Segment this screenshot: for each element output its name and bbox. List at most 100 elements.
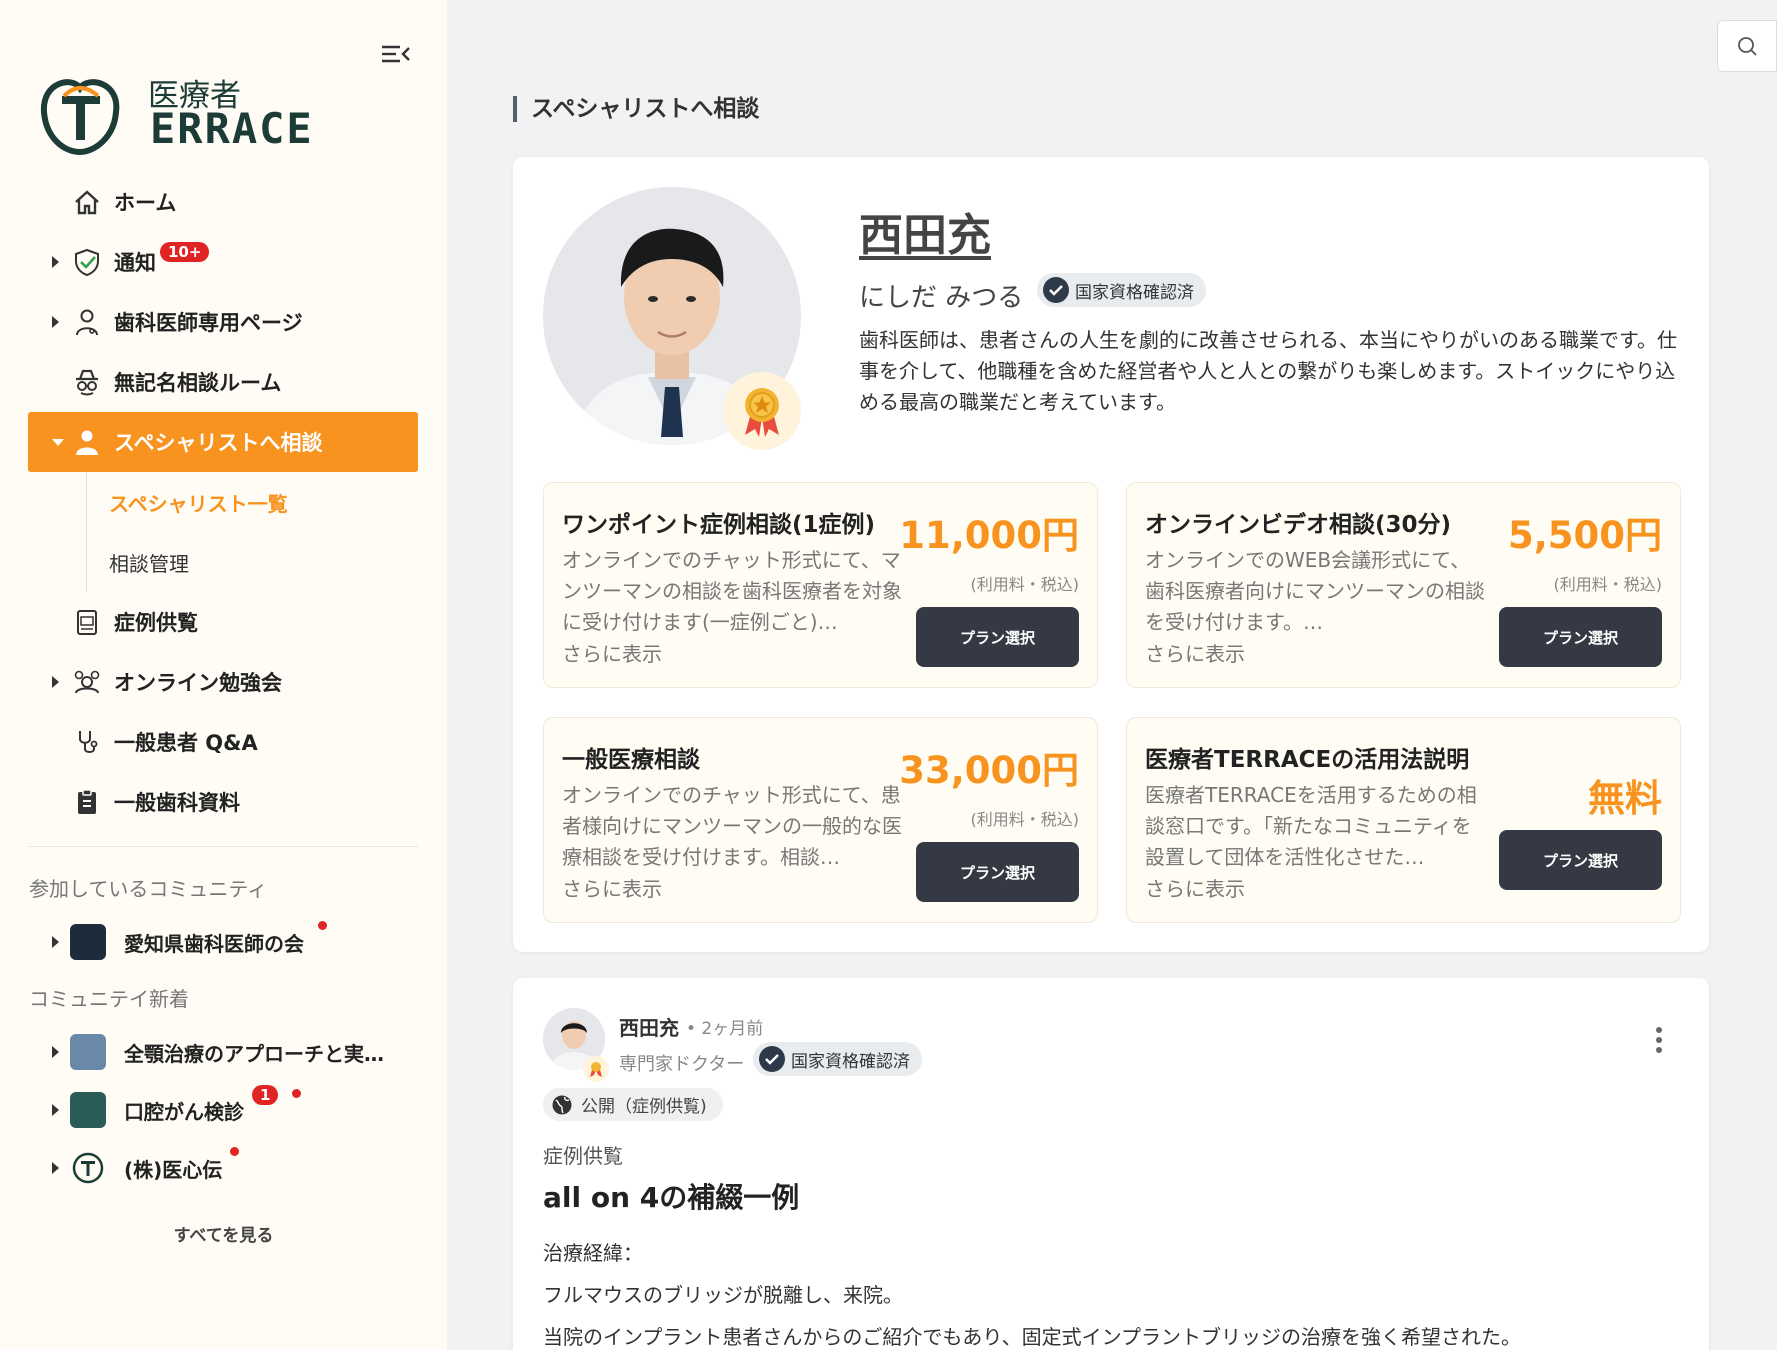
clipboard-icon [78,789,96,814]
community-item[interactable]: 口腔がん検診 1 [0,1081,447,1139]
nav-item-online-study[interactable]: オンライン勉強会 [0,652,447,712]
sidebar: 医療者 ERRACE ホーム 通知 10+ 歯科医師専用ページ 無記名相談ルーム… [0,0,447,1350]
nav-item-dental-materials[interactable]: 一般歯科資料 [0,772,447,832]
plan-description: オンラインでのチャット形式にて、マンツーマンの相談を歯科医療者を対象に受け付けま… [562,548,902,634]
incognito-icon [76,369,98,396]
expand-caret-icon[interactable] [52,1104,59,1116]
plan-card: オンラインビデオ相談(30分) オンラインでのWEB会議形式にて、歯科医療者向け… [1126,482,1681,688]
collapse-caret-icon[interactable] [52,438,64,446]
nav-item-case-viewing[interactable]: 症例供覧 [0,592,447,652]
post-body-line: フルマウスのブリッジが脱離し、来院。 [543,1283,903,1307]
nav-label: 歯科医師専用ページ [114,311,303,335]
community-thumbnail [70,1092,106,1128]
show-more-link[interactable]: さらに表示 [1145,873,1245,902]
community-label: 口腔がん検診 [124,1099,244,1124]
post-timestamp: • 2ヶ月前 [686,1019,764,1039]
community-item[interactable]: 全顎治療のアプローチと実… [0,1023,447,1081]
community-thumbnail [70,1034,106,1070]
visibility-badge: 公開（症例供覧) [543,1088,723,1121]
logo-bottom-text: ERRACE [150,104,314,153]
show-more-link[interactable]: さらに表示 [562,873,662,902]
verified-badge: 国家資格確認済 [1037,273,1206,307]
specialist-card: 西田充 にしだ みつる 国家資格確認済 歯科医師は、患者さんの人生を劇的に改善さ… [513,157,1709,952]
community-item[interactable]: (株)医心伝 [0,1139,447,1197]
plan-tax-note: (利用料・税込) [970,575,1080,594]
plan-description: オンラインでのチャット形式にて、患者様向けにマンツーマンの一般的な医療相談を受け… [562,783,902,869]
post-body-line: 当院のインプラント患者さんからのご紹介でもあり、固定式インプラントブリッジの治療… [543,1325,1521,1349]
plan-title: 医療者TERRACEの活用法説明 [1145,747,1470,773]
community-item[interactable]: 愛知県歯科医師の会 [0,913,447,971]
nav-label: 一般患者 Q&A [114,731,258,755]
community-label: 全顎治療のアプローチと実… [124,1041,384,1066]
online-study-icon [74,670,100,694]
expand-caret-icon[interactable] [52,1162,59,1174]
plan-card: 一般医療相談 オンラインでのチャット形式にて、患者様向けにマンツーマンの一般的な… [543,717,1098,923]
sub-item-consultation-management[interactable]: 相談管理 [87,532,447,592]
home-icon [75,190,99,215]
joined-communities-title: 参加しているコミュニティ [29,876,268,901]
community-label: (株)医心伝 [124,1157,223,1182]
checkmark-icon [759,1046,785,1072]
community-thumbnail [70,924,106,960]
plan-description: 医療者TERRACEを活用するための相談窓口です。「新たなコミュニティを設置して… [1145,783,1477,869]
shield-check-icon [75,248,99,277]
select-plan-button[interactable]: プラン選択 [916,842,1079,902]
doctor-name-kana: にしだ みつる [859,283,1024,313]
globe-icon [552,1095,572,1114]
unread-dot [318,921,327,930]
page-title: スペシャリストへ相談 [513,96,759,122]
sub-item-specialist-list[interactable]: スペシャリスト一覧 [87,472,447,532]
sidebar-divider [29,846,418,847]
doctor-name-link[interactable]: 西田充 [859,199,991,263]
nav-item-specialist[interactable]: スペシャリストへ相談 [28,412,418,472]
nav-label: スペシャリストへ相談 [114,431,323,455]
expand-caret-icon[interactable] [52,1046,59,1058]
nav-item-home[interactable]: ホーム [0,172,447,232]
nav-item-dentist-page[interactable]: 歯科医師専用ページ [0,292,447,352]
plan-card: ワンポイント症例相談(1症例) オンラインでのチャット形式にて、マンツーマンの相… [543,482,1098,688]
post-body-heading: 治療経緯： [543,1241,643,1265]
select-plan-button[interactable]: プラン選択 [916,607,1079,667]
unread-dot [230,1147,239,1156]
nav-item-patient-qa[interactable]: 一般患者 Q&A [0,712,447,772]
plan-title: オンラインビデオ相談(30分) [1145,512,1452,538]
nav-item-notifications[interactable]: 通知 10+ [0,232,447,292]
select-plan-button[interactable]: プラン選択 [1499,830,1662,890]
nav-label: 通知 [114,251,156,275]
logo[interactable]: 医療者 ERRACE [34,72,374,158]
expand-caret-icon[interactable] [52,256,59,268]
plan-tax-note: (利用料・税込) [1553,575,1663,594]
plan-title: 一般医療相談 [562,747,700,773]
xray-document-icon [77,610,97,635]
unread-dot [292,1089,301,1098]
specialist-icon [76,430,98,455]
search-icon [1738,37,1757,56]
expand-caret-icon[interactable] [52,936,59,948]
collapse-menu-icon[interactable] [382,44,410,64]
doctor-avatar-wrap [543,187,801,450]
select-plan-button[interactable]: プラン選択 [1499,607,1662,667]
plan-description: オンラインでのWEB会議形式にて、歯科医療者向けにマンツーマンの相談を受け付けま… [1145,548,1485,634]
stethoscope-icon [79,731,98,753]
community-thumbnail [72,1152,104,1184]
nav-item-anonymous-room[interactable]: 無記名相談ルーム [0,352,447,412]
visibility-label: 公開（症例供覧) [581,1097,707,1117]
show-more-link[interactable]: さらに表示 [562,638,662,667]
expand-caret-icon[interactable] [52,676,59,688]
nav-label: 一般歯科資料 [114,791,240,815]
plan-price: 33,000円 [899,749,1079,792]
nav-label: 無記名相談ルーム [114,371,282,395]
see-all-link[interactable]: すべてを見る [0,1197,447,1246]
post-title[interactable]: all on 4の補綴一例 [543,1176,799,1216]
search-button[interactable] [1717,20,1777,72]
nav-label: ホーム [114,191,177,215]
notification-badge: 10+ [160,242,210,262]
post-category: 症例供覧 [543,1144,623,1168]
show-more-link[interactable]: さらに表示 [1145,638,1245,667]
specialist-submenu: スペシャリスト一覧 相談管理 [86,472,447,592]
expand-caret-icon[interactable] [52,316,59,328]
award-badge-icon [583,1056,609,1082]
post-author-name[interactable]: 西田充 [619,1012,679,1041]
more-options-icon[interactable] [1655,1026,1663,1054]
plan-price: 5,500円 [1507,514,1662,557]
